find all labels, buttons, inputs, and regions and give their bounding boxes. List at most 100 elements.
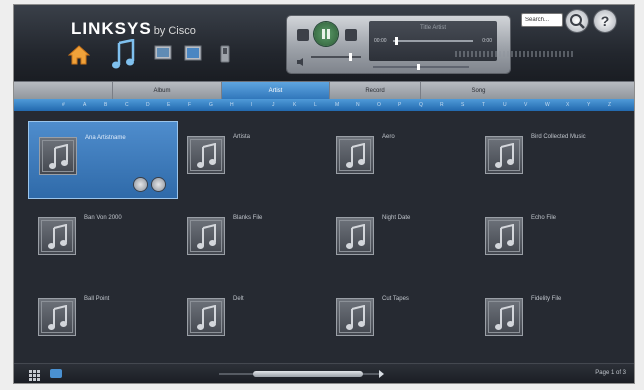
alphabet-letter[interactable]: F — [188, 99, 191, 111]
alphabet-letter[interactable]: S — [461, 99, 464, 111]
seek-bar[interactable] — [393, 40, 473, 42]
tab-record[interactable]: Record — [329, 82, 420, 100]
music-note-icon — [197, 305, 216, 330]
media-browser: LINKSYS by Cisco Title Artist 00:00 0:00… — [13, 4, 635, 384]
artist-name: Bird Collected Music — [531, 134, 586, 140]
alphabet-letter[interactable]: O — [377, 99, 381, 111]
music-note-icon — [48, 224, 67, 249]
brand-name: LINKSYS — [71, 19, 152, 38]
play-pause-button[interactable] — [314, 22, 338, 46]
alphabet-letter[interactable]: J — [272, 99, 275, 111]
alphabet-letter[interactable]: E — [167, 99, 170, 111]
alphabet-letter[interactable]: Q — [419, 99, 423, 111]
volume-slider[interactable] — [311, 56, 361, 58]
tab-album[interactable]: Album — [112, 82, 211, 100]
alphabet-letter[interactable]: L — [314, 99, 317, 111]
music-note-icon — [495, 224, 514, 249]
scrollbar-thumb[interactable] — [253, 371, 363, 377]
seek-handle[interactable] — [395, 37, 398, 45]
alphabet-letter[interactable]: N — [356, 99, 360, 111]
alphabet-letter[interactable]: # — [62, 99, 65, 111]
alphabet-letter[interactable]: U — [503, 99, 507, 111]
artist-grid: Ana Artistname Artista Aero Bird Collected … — [14, 111, 634, 363]
help-button[interactable]: ? — [594, 10, 616, 32]
play-artist-button[interactable] — [134, 178, 147, 191]
alphabet-letter[interactable]: Y — [587, 99, 590, 111]
alphabet-letter[interactable]: M — [335, 99, 339, 111]
alphabet-letter[interactable]: P — [398, 99, 401, 111]
category-tabs: Album Artist Record Song — [14, 81, 634, 101]
alphabet-letter[interactable]: R — [440, 99, 444, 111]
artist-tile[interactable]: Delt — [177, 283, 327, 361]
track-title: Title Artist — [419, 25, 447, 31]
artist-name: Fidelity File — [531, 296, 562, 302]
album-art-thumbnail — [39, 137, 77, 175]
alphabet-letter[interactable]: W — [545, 99, 550, 111]
alphabet-letter[interactable]: B — [104, 99, 107, 111]
grid-view-icon[interactable] — [29, 368, 41, 381]
album-art-thumbnail — [485, 136, 523, 174]
music-icon[interactable] — [111, 39, 137, 71]
artist-tile[interactable]: Ball Point — [28, 283, 178, 361]
artist-tile[interactable]: Blanks File — [177, 202, 327, 280]
album-art-thumbnail — [336, 217, 374, 255]
album-art-thumbnail — [336, 136, 374, 174]
artist-tile[interactable]: Artista — [177, 121, 327, 199]
search-input[interactable] — [521, 13, 563, 27]
add-artist-button[interactable] — [152, 178, 165, 191]
music-note-icon — [48, 305, 67, 330]
artist-tile[interactable]: Ban Von 2000 — [28, 202, 178, 280]
artist-tile[interactable]: Bird Collected Music — [475, 121, 625, 199]
alphabet-letter[interactable]: K — [293, 99, 296, 111]
artist-name: Echo File — [531, 215, 557, 221]
music-note-icon — [197, 143, 216, 168]
alphabet-letter[interactable]: A — [83, 99, 86, 111]
photo-icon[interactable] — [154, 45, 172, 60]
alphabet-letter[interactable]: H — [230, 99, 234, 111]
album-art-thumbnail — [38, 217, 76, 255]
progress-track — [373, 66, 469, 68]
alphabet-letter[interactable]: C — [125, 99, 129, 111]
music-note-icon — [495, 143, 514, 168]
artist-tile[interactable]: Night Date — [326, 202, 476, 280]
alphabet-letter[interactable]: X — [566, 99, 569, 111]
alphabet-letter[interactable]: I — [251, 99, 252, 111]
artist-name: Aero — [382, 134, 395, 140]
music-note-icon — [197, 224, 216, 249]
artist-name: Delt — [233, 296, 244, 302]
alphabet-letter[interactable]: D — [146, 99, 150, 111]
volume-handle[interactable] — [349, 53, 352, 61]
next-button[interactable] — [345, 29, 357, 41]
elapsed-time: 00:00 — [374, 38, 387, 44]
artist-tile[interactable]: Aero — [326, 121, 476, 199]
home-icon[interactable] — [68, 45, 90, 65]
artist-name: Ban Von 2000 — [84, 215, 122, 221]
artist-tile[interactable]: Fidelity File — [475, 283, 625, 361]
album-art-thumbnail — [187, 217, 225, 255]
tab-song[interactable]: Song — [420, 82, 536, 100]
artist-name: Night Date — [382, 215, 411, 221]
search-button[interactable] — [566, 10, 588, 32]
artist-tile[interactable]: Ana Artistname — [28, 121, 178, 199]
alphabet-letter[interactable]: G — [209, 99, 213, 111]
artist-tile[interactable]: Echo File — [475, 202, 625, 280]
music-note-icon — [346, 224, 365, 249]
album-art-thumbnail — [336, 298, 374, 336]
scroll-start-button[interactable] — [50, 369, 62, 378]
album-art-thumbnail — [187, 136, 225, 174]
previous-button[interactable] — [297, 29, 309, 41]
media-player: Title Artist 00:00 0:00 — [287, 16, 575, 73]
bottom-bar: Page 1 of 3 — [14, 363, 634, 383]
alphabet-letter[interactable]: T — [482, 99, 485, 111]
artist-name: Cut Tapes — [382, 296, 409, 302]
scroll-right-arrow-icon[interactable] — [379, 370, 384, 378]
search-icon — [570, 14, 585, 29]
artist-tile[interactable]: Cut Tapes — [326, 283, 476, 361]
alphabet-letter[interactable]: Z — [608, 99, 611, 111]
alphabet-letter[interactable]: V — [524, 99, 527, 111]
artist-name: Artista — [233, 134, 251, 140]
tab-artist[interactable]: Artist — [221, 82, 329, 100]
device-icon[interactable] — [220, 45, 230, 63]
video-icon[interactable] — [184, 45, 202, 61]
album-art-thumbnail — [485, 298, 523, 336]
